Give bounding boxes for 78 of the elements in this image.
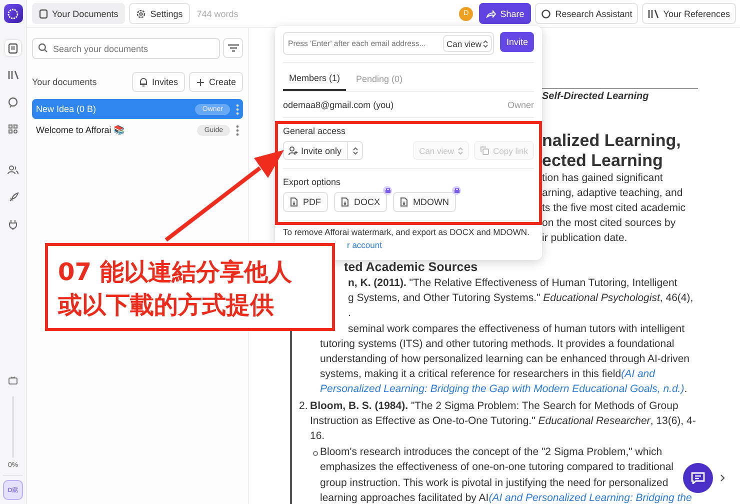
document-text: seminal work compares the effectiveness of human tutors with intelligent bbox=[348, 322, 685, 335]
create-button[interactable]: Create bbox=[188, 72, 243, 92]
document-text: tion has gained significant bbox=[542, 171, 664, 186]
share-button[interactable]: Share bbox=[479, 3, 532, 24]
member-role: Owner bbox=[507, 100, 534, 110]
citation-link[interactable]: Personalized Learning: Bridging the Gap with Modern Educational Goals, n.d.) bbox=[320, 383, 684, 396]
document-text: Bloom, B. S. (1984). "The 2 Sigma Problem: The Search for Methods of Group bbox=[310, 400, 678, 412]
document-text: ts the five most cited academic bbox=[542, 201, 687, 216]
list-number: 2. bbox=[299, 398, 308, 414]
person-add-icon bbox=[288, 146, 298, 156]
top-tab[interactable]: Settings bbox=[129, 3, 190, 24]
section-label: Export options bbox=[283, 177, 342, 187]
access-select[interactable]: Invite only bbox=[283, 141, 363, 160]
export-button[interactable]: MDOWN bbox=[393, 192, 456, 212]
share-icon bbox=[486, 9, 496, 18]
document-text: g Systems, and Other Tutoring Systems." Educational Psychologist, 46(4), bbox=[348, 292, 694, 304]
bullet-icon bbox=[313, 451, 318, 456]
document-icon bbox=[39, 8, 48, 18]
document-text: arning, adaptive teaching, and bbox=[542, 186, 684, 201]
document-text: understanding of how personalized learning can be enhanced through AI-driven bbox=[320, 353, 690, 366]
document-text: ir publication date. bbox=[542, 231, 628, 246]
section-heading: Your documents bbox=[32, 77, 97, 87]
document-text: learning approaches facilitated by AI bbox=[320, 492, 489, 504]
search-icon bbox=[38, 43, 48, 53]
sort-caret-icon bbox=[352, 146, 358, 154]
sort-caret-icon bbox=[458, 146, 464, 154]
file-icon bbox=[341, 197, 349, 207]
document-text: n, K. (2011). "The Relative Effectiveness of Human Tutoring, Intelligent bbox=[348, 277, 678, 289]
more-icon[interactable] bbox=[236, 104, 239, 114]
more-icon[interactable] bbox=[236, 124, 239, 136]
copy-icon bbox=[480, 146, 490, 155]
document-text: nalized Learning, bbox=[542, 131, 682, 151]
document-text: . bbox=[348, 307, 351, 320]
bell-icon bbox=[138, 77, 148, 87]
document-text: systems, making it a critical reference for researchers in this field bbox=[320, 368, 622, 380]
filter-icon bbox=[228, 44, 238, 52]
document-text: Bloom's research introduces the concept of the "2 Sigma Problem," which bbox=[320, 446, 662, 458]
citation-link[interactable]: (AI and Personalized Learning: Bridging the bbox=[488, 492, 692, 504]
invite-button[interactable]: Invite bbox=[500, 32, 534, 52]
app-logo-icon[interactable] bbox=[4, 4, 22, 23]
document-text: ted Academic Sources bbox=[344, 260, 478, 274]
upgrade-link[interactable]: r account bbox=[347, 240, 382, 250]
export-button[interactable]: PDF bbox=[283, 192, 328, 212]
word-count: 744 words bbox=[196, 8, 238, 18]
document-text: on the most cited sources by bbox=[542, 216, 677, 231]
upgrade-note: To remove Afforai watermark, and export as DOCX and MDOWN. bbox=[283, 227, 530, 237]
role-select[interactable]: Can view bbox=[442, 35, 492, 52]
plus-icon bbox=[196, 78, 205, 86]
search-field[interactable]: Search your documents bbox=[32, 38, 220, 59]
document-text: 16. bbox=[310, 430, 325, 442]
sort-caret-icon bbox=[483, 40, 488, 48]
document-text: group instruction. This work is pivotal in justifying the need for personalized bbox=[320, 476, 668, 489]
settings-icon bbox=[136, 8, 146, 18]
callout-text: 07 能以連結分享他人 bbox=[58, 257, 293, 288]
library-icon bbox=[648, 8, 660, 18]
filter-button[interactable] bbox=[223, 38, 243, 58]
document-text: ected Learning bbox=[542, 151, 664, 171]
export-button[interactable]: DOCX bbox=[334, 192, 388, 212]
citation-link[interactable]: (AI and bbox=[621, 368, 655, 380]
file-icon bbox=[400, 197, 408, 207]
member-email: odemaa8@gmail.com (you) bbox=[283, 100, 394, 110]
section-label: General access bbox=[283, 126, 347, 136]
document-icon[interactable] bbox=[5, 40, 21, 56]
file-icon bbox=[290, 197, 298, 207]
document-title: New Idea (0 B) bbox=[36, 104, 96, 114]
toolbar-button[interactable]: Your References bbox=[642, 3, 736, 24]
document-text: Instruction as Effective as One-to-One Tutoring." Educational Researcher, 13(6), 4- bbox=[310, 414, 696, 427]
callout-text: 或以下載的方式提供 bbox=[58, 290, 275, 321]
document-text: emphasizes the effectiveness of one-on-one tutoring compared to traditional bbox=[320, 461, 674, 474]
chevron-right-icon[interactable] bbox=[720, 474, 725, 482]
document-text: . bbox=[684, 383, 688, 396]
top-tab[interactable]: Your Documents bbox=[32, 3, 126, 24]
chat-button[interactable] bbox=[683, 463, 713, 493]
document-text: tutoring systems (ITS) and other tutoring methods. It provides a foundational bbox=[320, 338, 674, 350]
members-tab[interactable]: Members (1) bbox=[283, 73, 346, 91]
document-title: Welcome to Afforai 📚 bbox=[36, 125, 125, 135]
toolbar-button[interactable]: Research Assistant bbox=[535, 3, 638, 24]
invites-button[interactable]: Invites bbox=[132, 72, 185, 92]
